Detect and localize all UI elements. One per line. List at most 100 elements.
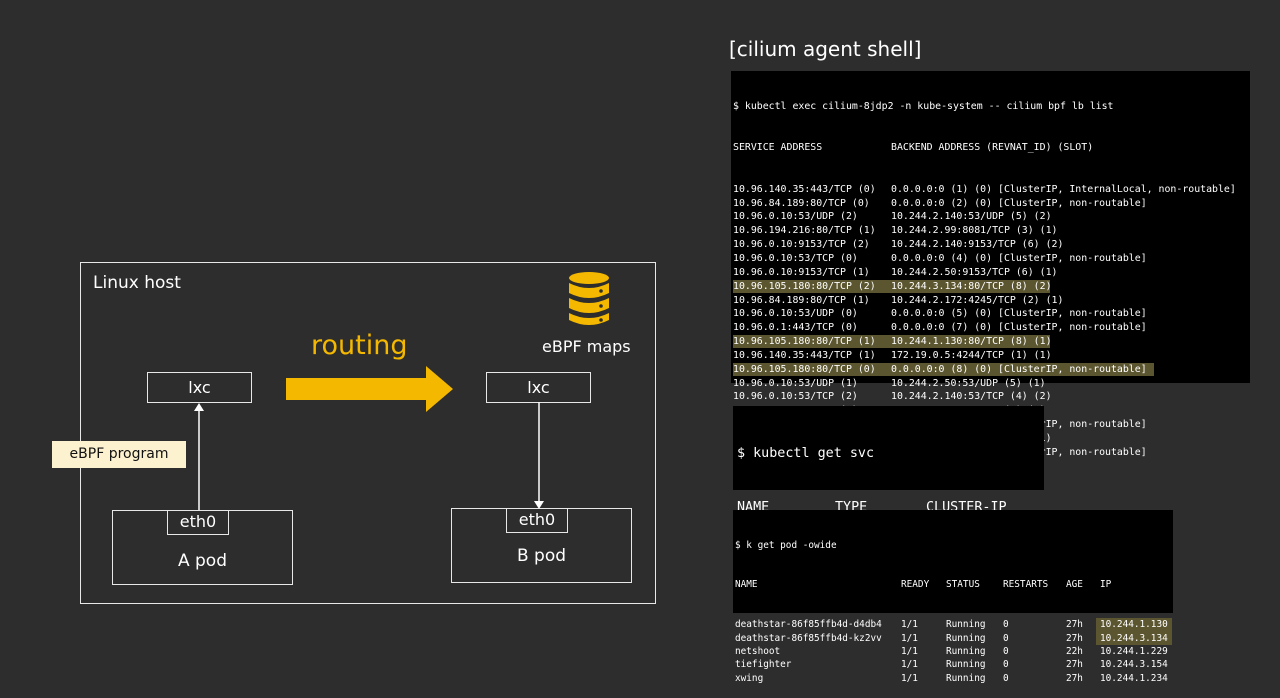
pods-terminal: $ k get pod -owide NAME READY STATUS RESTAR…	[733, 510, 1173, 684]
pod-ready: 1/1	[901, 645, 918, 657]
lb-service-address: 10.96.140.35:443/TCP (0)	[733, 183, 876, 195]
lb-header-service: SERVICE ADDRESS	[733, 142, 823, 154]
lb-row: 10.96.105.180:80/TCP (2) 10.244.3.134:80/…	[733, 279, 1250, 294]
ebpf-program-label: eBPF program	[52, 441, 186, 468]
lb-service-address: 10.96.0.10:53/TCP (0)	[733, 252, 858, 264]
lb-service-address: 10.96.194.216:80/TCP (1)	[733, 225, 876, 237]
pod-age: 27h	[1066, 659, 1083, 671]
lb-backend-address: 0.0.0.0:0 (1) (0) [ClusterIP, InternalLo…	[891, 183, 1236, 195]
lb-service-address: 10.96.84.189:80/TCP (0)	[733, 197, 870, 209]
lb-backend-address: 10.244.2.50:9153/TCP (6) (1)	[891, 266, 1058, 278]
pod-row: tiefighter 1/1 Running 0 27h 10.244.3.154	[735, 658, 1173, 671]
lb-header-backend: BACKEND ADDRESS (REVNAT_ID) (SLOT)	[891, 142, 1094, 154]
pod-restarts: 0	[1003, 619, 1009, 631]
lb-row: 10.96.105.180:80/TCP (1) 10.244.1.130:80/…	[733, 335, 1250, 349]
lb-row: 10.96.0.10:53/UDP (2) 10.244.2.140:53/UDP…	[733, 210, 1250, 224]
lb-list-header: SERVICE ADDRESS BACKEND ADDRESS (REVNAT_I…	[733, 141, 1250, 155]
pod-ready: 1/1	[901, 672, 918, 684]
lb-backend-address: 10.244.2.99:8081/TCP (3) (1)	[891, 225, 1058, 237]
lb-row: 10.96.0.10:53/UDP (0) 0.0.0.0:0 (5) (0) […	[733, 307, 1250, 321]
lb-row: 10.96.0.10:53/TCP (2) 10.244.2.140:53/TCP…	[733, 390, 1250, 404]
lb-backend-address: 10.244.2.140:53/TCP (4) (2)	[891, 391, 1052, 403]
pod-ip: 10.244.1.130	[1096, 618, 1172, 632]
pod-status: Running	[946, 645, 986, 657]
lb-backend-address: 10.244.3.134:80/TCP (8) (2)	[891, 280, 1052, 292]
lb-backend-address: 10.244.2.140:53/UDP (5) (2)	[891, 211, 1052, 223]
lb-service-address: 10.96.105.180:80/TCP (2)	[733, 280, 876, 292]
pod-a-label: A pod	[177, 551, 228, 571]
lb-row: 10.96.140.35:443/TCP (0) 0.0.0.0:0 (1) (0…	[733, 183, 1250, 197]
lb-row: 10.96.140.35:443/TCP (1) 172.19.0.5:4244/…	[733, 349, 1250, 363]
shell-title: [cilium agent shell]	[729, 37, 922, 61]
lb-row: 10.96.84.189:80/TCP (0) 0.0.0.0:0 (2) (0)…	[733, 197, 1250, 211]
lb-row: 10.96.0.10:53/TCP (0) 0.0.0.0:0 (4) (0) […	[733, 252, 1250, 266]
lb-backend-address: 10.244.1.130:80/TCP (8) (1)	[891, 336, 1052, 348]
pods-header-status: STATUS	[946, 579, 980, 591]
pod-status: Running	[946, 619, 986, 631]
pods-header-ready: READY	[901, 579, 930, 591]
pod-restarts: 0	[1003, 645, 1009, 657]
routing-label: routing	[311, 330, 408, 361]
pod-restarts: 0	[1003, 672, 1009, 684]
linux-host-title: Linux host	[93, 273, 181, 293]
lb-backend-address: 0.0.0.0:0 (8) (0) [ClusterIP, non-routab…	[891, 363, 1147, 375]
lb-row: 10.96.0.1:443/TCP (0) 0.0.0.0:0 (7) (0) […	[733, 321, 1250, 335]
lb-row: 10.96.84.189:80/TCP (1) 10.244.2.172:4245…	[733, 294, 1250, 308]
lb-backend-address: 10.244.2.140:9153/TCP (6) (2)	[891, 239, 1064, 251]
lb-service-address: 10.96.0.10:53/UDP (2)	[733, 211, 858, 223]
lb-backend-address: 0.0.0.0:0 (2) (0) [ClusterIP, non-routab…	[891, 197, 1147, 209]
right-lxc-box: lxc	[486, 372, 591, 403]
pod-name: xwing	[735, 672, 764, 684]
pod-ip: 10.244.1.234	[1100, 672, 1168, 684]
svc-terminal: $ kubectl get svc NAMETYPECLUSTER-IP dea…	[733, 406, 1044, 587]
pods-command: $ k get pod -owide	[735, 539, 837, 551]
pod-name: deathstar-86f85ffb4d-d4db4	[735, 619, 882, 631]
lb-row: 10.96.194.216:80/TCP (1) 10.244.2.99:8081…	[733, 224, 1250, 238]
pod-name: netshoot	[735, 645, 781, 657]
pod-row: deathstar-86f85ffb4d-d4db4 1/1 Running 0 27h…	[735, 618, 1173, 632]
database-icon	[569, 272, 609, 325]
lb-service-address: 10.96.105.180:80/TCP (1)	[733, 336, 876, 348]
lb-row: 10.96.0.10:9153/TCP (1) 10.244.2.50:9153/…	[733, 266, 1250, 280]
lb-row: 10.96.105.180:80/TCP (0) 0.0.0.0:0 (8) (0…	[733, 362, 1250, 377]
lb-backend-address: 0.0.0.0:0 (4) (0) [ClusterIP, non-routab…	[891, 252, 1147, 264]
lb-service-address: 10.96.105.180:80/TCP (0)	[733, 363, 876, 375]
ebpf-maps-label: eBPF maps	[542, 337, 631, 356]
lb-service-address: 10.96.84.189:80/TCP (1)	[733, 294, 870, 306]
lb-service-address: 10.96.0.10:9153/TCP (2)	[733, 239, 870, 251]
downward-arrow	[534, 402, 544, 509]
lb-service-address: 10.96.140.35:443/TCP (1)	[733, 349, 876, 361]
lb-service-address: 10.96.0.10:53/UDP (1)	[733, 377, 858, 389]
lb-row: 10.96.0.10:53/UDP (1) 10.244.2.50:53/UDP …	[733, 377, 1250, 391]
pod-age: 27h	[1066, 619, 1083, 631]
lb-backend-address: 172.19.0.5:4244/TCP (1) (1)	[891, 349, 1052, 361]
pod-ip: 10.244.1.229	[1100, 645, 1168, 657]
arrow-right-icon	[286, 366, 453, 412]
pod-status: Running	[946, 672, 986, 684]
upward-arrow	[194, 403, 204, 512]
lb-service-address: 10.96.0.10:9153/TCP (1)	[733, 266, 870, 278]
pods-header-name: NAME	[735, 579, 758, 591]
pod-name: tiefighter	[735, 659, 792, 671]
lb-backend-address: 10.244.2.172:4245/TCP (2) (1)	[891, 294, 1064, 306]
pod-status: Running	[946, 659, 986, 671]
pods-header-restarts: RESTARTS	[1003, 579, 1049, 591]
lb-backend-address: 0.0.0.0:0 (5) (0) [ClusterIP, non-routab…	[891, 308, 1147, 320]
pod-age: 22h	[1066, 645, 1083, 657]
lb-service-address: 10.96.0.1:443/TCP (0)	[733, 322, 858, 334]
left-lxc-box: lxc	[147, 372, 252, 403]
pod-ip: 10.244.3.154	[1100, 659, 1168, 671]
pod-ready: 1/1	[901, 659, 918, 671]
pods-header-ip: IP	[1100, 579, 1112, 591]
pod-row: xwing 1/1 Running 0 27h 10.244.1.234	[735, 672, 1173, 685]
pod-b-eth0: eth0	[506, 508, 568, 533]
pod-restarts: 0	[1003, 659, 1009, 671]
pod-ready: 1/1	[901, 619, 918, 631]
lb-row: 10.96.0.10:9153/TCP (2) 10.244.2.140:9153…	[733, 238, 1250, 252]
svc-command: $ kubectl get svc	[737, 446, 875, 461]
pod-b-label: B pod	[516, 546, 567, 566]
lb-service-address: 10.96.0.10:53/TCP (2)	[733, 391, 858, 403]
pods-header-age: AGE	[1066, 579, 1083, 591]
lb-backend-address: 10.244.2.50:53/UDP (5) (1)	[891, 377, 1046, 389]
lb-backend-address: 0.0.0.0:0 (7) (0) [ClusterIP, non-routab…	[891, 322, 1147, 334]
